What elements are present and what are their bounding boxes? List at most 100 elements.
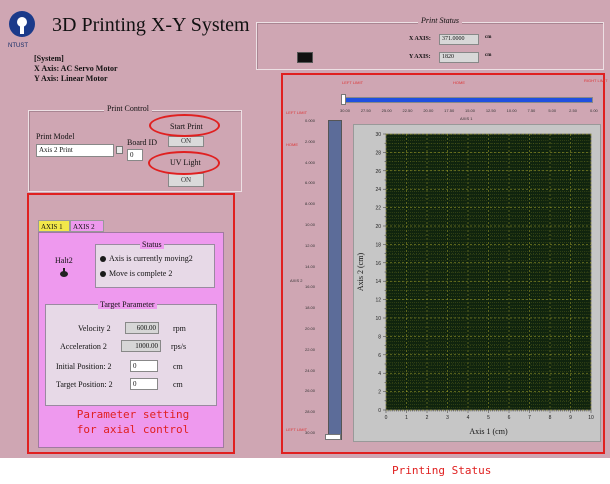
x-tick-label: 0	[385, 415, 388, 421]
x-tick-label: 7	[528, 415, 531, 421]
axis-2-scale-label: AXIS 2	[290, 278, 303, 283]
axis-2-slider-track	[328, 120, 342, 440]
start-print-button[interactable]: ON	[168, 136, 204, 147]
ntust-logo-icon	[9, 11, 35, 37]
left-top-limit-label: LEFT LIMIT	[286, 110, 308, 115]
y-tick-label: 30	[375, 132, 381, 138]
velocity-field[interactable]: 600.00	[125, 322, 159, 334]
board-id-label: Board ID	[127, 138, 157, 147]
page-title: 3D Printing X-Y System	[52, 14, 250, 36]
left-home-label: HOME	[286, 142, 298, 147]
target-position-label: Target Position: 2	[56, 380, 113, 389]
axis-1-tick-label: 22.50	[402, 108, 413, 113]
print-status-label: Print Status	[418, 16, 463, 25]
axis-2-tick-label: 12.00	[305, 242, 316, 248]
axis-1-tick-label: 12.50	[485, 108, 496, 113]
axis-1-tick-label: 5.00	[548, 108, 557, 113]
x-tick-label: 6	[508, 415, 511, 421]
x-axis-unit: cm	[485, 35, 492, 40]
system-info: [System] X Axis: AC Servo Motor Y Axis: …	[34, 54, 118, 84]
axis-1-tick-label: 10.00	[506, 108, 517, 113]
y-tick-label: 26	[375, 169, 381, 175]
axis-2-tick-label: 4.000	[305, 159, 316, 165]
axis-2-tick-label: 26.00	[305, 388, 316, 394]
axis-2-tick-label: 22.00	[305, 346, 316, 352]
status-complete-text: Move is complete 2	[109, 269, 173, 278]
x-tick-label: 1	[405, 415, 408, 421]
status-label: Status	[140, 240, 164, 249]
print-model-field[interactable]: Axis 2 Print	[36, 144, 114, 157]
status-led-icon	[297, 52, 313, 63]
x-tick-label: 10	[588, 415, 594, 421]
top-right-limit-label: RIGHT LIMIT	[584, 78, 608, 83]
acceleration-unit: rps/s	[171, 342, 187, 351]
y-tick-label: 2	[378, 390, 381, 396]
axis-2-tick-label: 2.000	[305, 138, 316, 144]
halt-switch-icon[interactable]	[58, 268, 70, 278]
axis-2-tick-label: 10.00	[305, 222, 316, 227]
x-axis-readout-label: X AXIS:	[409, 36, 431, 42]
axis-1-slider-ticks: 30.00 27.50 25.00 22.50 20.00 17.50 15.00 12.50…	[340, 108, 598, 116]
x-tick-label: 4	[467, 415, 470, 421]
complete-led-icon	[100, 271, 106, 277]
axis-1-scale-label: AXIS 1	[460, 116, 473, 121]
y-axis-readout-label: Y AXIS:	[409, 54, 431, 60]
parameter-annotation: Parameter setting for axial control	[40, 407, 226, 437]
axis-2-tick-label: 14.00	[305, 263, 316, 269]
y-tick-label: 28	[375, 150, 381, 156]
y-tick-label: 10	[375, 316, 381, 322]
halt-label: Halt2	[55, 256, 73, 265]
axis-2-tick-label: 28.00	[305, 409, 316, 415]
axis-1-tick-label: 2.50	[569, 108, 577, 113]
y-tick-label: 24	[375, 187, 381, 193]
x-tick-label: 2	[426, 415, 429, 421]
top-left-limit-label: LEFT LIMIT	[342, 80, 364, 85]
axis-2-tick-label: 16.00	[305, 284, 316, 290]
initial-position-label: Initial Position: 2	[56, 362, 112, 371]
axis-2-tick-label: 6.000	[305, 180, 316, 186]
initial-position-unit: cm	[173, 362, 183, 371]
target-parameter-group	[45, 304, 217, 406]
axis-1-tick-label: 20.00	[423, 108, 434, 113]
uv-light-callout	[148, 151, 220, 175]
y-axis-unit: cm	[485, 53, 492, 58]
board-id-field[interactable]: 0	[127, 149, 143, 161]
initial-position-field[interactable]: 0	[130, 360, 158, 372]
uv-light-button[interactable]: ON	[168, 173, 204, 187]
y-tick-label: 8	[378, 334, 381, 340]
axis-2-tick-label: 8.000	[305, 201, 316, 207]
y-tick-label: 14	[375, 279, 381, 285]
axis-2-slider-handle[interactable]	[325, 434, 341, 440]
status-moving-text: Axis is currently moving2	[109, 254, 193, 263]
axis-position-chart: 0 1 2 3 4 5 6 7 8 9 10024681012141618202224262830A…	[356, 132, 594, 436]
acceleration-label: Acceleration 2	[60, 342, 107, 351]
target-position-unit: cm	[173, 380, 183, 389]
y-axis-label: Axis 2 (cm)	[356, 253, 365, 292]
y-tick-label: 0	[378, 408, 381, 414]
axis-1-tick-label: 25.00	[381, 108, 392, 113]
top-home-label: HOME	[453, 80, 465, 85]
y-tick-label: 12	[375, 298, 381, 304]
x-tick-label: 8	[549, 415, 552, 421]
axis-2-tick-label: 30.00	[305, 430, 316, 435]
print-control-label: Print Control	[104, 104, 153, 113]
x-axis-motor-label: X Axis: AC Servo Motor	[34, 64, 118, 73]
axis-2-tick-label: 24.00	[305, 367, 316, 373]
y-axis-motor-label: Y Axis: Linear Motor	[34, 74, 108, 83]
y-axis-readout: 1820	[439, 52, 479, 63]
print-model-dropdown-icon[interactable]	[116, 146, 123, 154]
tab-axis-1[interactable]: AXIS 1	[38, 220, 70, 232]
y-tick-label: 6	[378, 353, 381, 359]
tab-axis-2[interactable]: AXIS 2	[70, 220, 104, 232]
y-tick-label: 16	[375, 261, 381, 267]
acceleration-field[interactable]: 1000.00	[121, 340, 161, 352]
system-info-heading: [System]	[34, 54, 64, 63]
target-position-field[interactable]: 0	[130, 378, 158, 390]
start-print-callout	[149, 114, 220, 137]
parameter-annotation-line2: for axial control	[76, 423, 190, 436]
y-tick-label: 4	[378, 371, 381, 377]
axis-1-tick-label: 30.00	[340, 108, 351, 113]
axis-1-slider-handle[interactable]	[341, 94, 346, 105]
print-model-label: Print Model	[36, 132, 75, 141]
target-parameter-label: Target Parameter	[98, 300, 157, 309]
